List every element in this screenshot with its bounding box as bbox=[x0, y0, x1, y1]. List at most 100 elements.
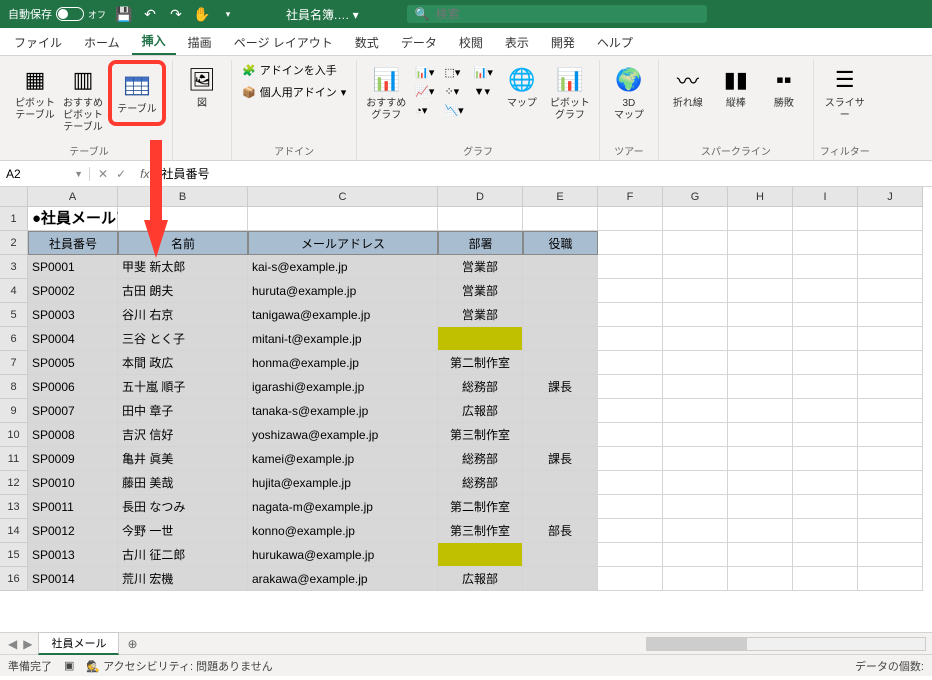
ribbon-tab-数式[interactable]: 数式 bbox=[345, 30, 389, 55]
cell[interactable] bbox=[793, 327, 858, 351]
cell[interactable] bbox=[858, 207, 923, 231]
cell[interactable] bbox=[858, 327, 923, 351]
row-header-6[interactable]: 6 bbox=[0, 327, 28, 351]
cell[interactable]: 広報部 bbox=[438, 567, 523, 591]
cell[interactable]: 役職 bbox=[523, 231, 598, 255]
cell[interactable] bbox=[728, 543, 793, 567]
column-header-F[interactable]: F bbox=[598, 187, 663, 207]
cell[interactable] bbox=[663, 495, 728, 519]
cell[interactable] bbox=[793, 207, 858, 231]
chart-scatter-button[interactable]: ⁘▾ bbox=[440, 83, 467, 100]
save-icon[interactable]: 💾 bbox=[114, 4, 134, 24]
cell[interactable] bbox=[663, 351, 728, 375]
cell[interactable] bbox=[728, 231, 793, 255]
ribbon-tab-校閲[interactable]: 校閲 bbox=[449, 30, 493, 55]
cell[interactable]: 五十嵐 順子 bbox=[118, 375, 248, 399]
my-addins-button[interactable]: 📦個人用アドイン ▾ bbox=[238, 82, 350, 102]
cell[interactable] bbox=[598, 255, 663, 279]
cell[interactable] bbox=[598, 399, 663, 423]
chevron-down-icon[interactable]: ▼ bbox=[74, 169, 83, 179]
cell[interactable] bbox=[858, 567, 923, 591]
cell[interactable]: arakawa@example.jp bbox=[248, 567, 438, 591]
cell[interactable] bbox=[728, 447, 793, 471]
undo-icon[interactable]: ↶ bbox=[140, 4, 160, 24]
formula-input[interactable]: 社員番号 bbox=[155, 165, 932, 182]
cell[interactable] bbox=[523, 303, 598, 327]
cell[interactable] bbox=[523, 543, 598, 567]
cell[interactable]: 社員番号 bbox=[28, 231, 118, 255]
recommended-pivot-button[interactable]: ▥ おすすめ ピボットテーブル bbox=[60, 60, 106, 138]
cancel-formula-icon[interactable]: ✕ bbox=[98, 167, 108, 181]
cell[interactable] bbox=[858, 231, 923, 255]
qat-more-icon[interactable]: ▾ bbox=[218, 4, 238, 24]
cell[interactable] bbox=[858, 351, 923, 375]
ribbon-tab-ヘルプ[interactable]: ヘルプ bbox=[587, 30, 643, 55]
row-header-2[interactable]: 2 bbox=[0, 231, 28, 255]
slicer-button[interactable]: ☰スライサー bbox=[822, 60, 868, 126]
get-addins-button[interactable]: 🧩アドインを入手 bbox=[238, 60, 350, 80]
maps-button[interactable]: 🌐 マップ bbox=[499, 60, 545, 114]
cell[interactable] bbox=[728, 519, 793, 543]
cell[interactable] bbox=[793, 495, 858, 519]
3d-map-button[interactable]: 🌍 3D マップ bbox=[606, 60, 652, 126]
cell[interactable] bbox=[523, 567, 598, 591]
cell[interactable] bbox=[793, 519, 858, 543]
cell[interactable]: 甲斐 新太郎 bbox=[118, 255, 248, 279]
cell[interactable] bbox=[858, 303, 923, 327]
cell[interactable] bbox=[793, 255, 858, 279]
cell[interactable] bbox=[858, 495, 923, 519]
cell[interactable] bbox=[728, 207, 793, 231]
enter-formula-icon[interactable]: ✓ bbox=[116, 167, 126, 181]
cell[interactable] bbox=[728, 327, 793, 351]
cell[interactable] bbox=[858, 423, 923, 447]
chart-line-button[interactable]: 📈▾ bbox=[411, 83, 438, 100]
cell[interactable] bbox=[793, 279, 858, 303]
cell[interactable] bbox=[248, 207, 438, 231]
column-header-A[interactable]: A bbox=[28, 187, 118, 207]
cell[interactable] bbox=[858, 447, 923, 471]
cell[interactable] bbox=[793, 471, 858, 495]
cell[interactable]: SP0009 bbox=[28, 447, 118, 471]
cell[interactable] bbox=[858, 471, 923, 495]
cell[interactable] bbox=[663, 231, 728, 255]
cell[interactable]: honma@example.jp bbox=[248, 351, 438, 375]
cell[interactable]: 第二制作室 bbox=[438, 495, 523, 519]
ribbon-tab-データ[interactable]: データ bbox=[391, 30, 447, 55]
cell[interactable]: 長田 なつみ bbox=[118, 495, 248, 519]
chart-pie-button[interactable]: ◔▾ bbox=[411, 102, 438, 119]
autosave-toggle-icon[interactable] bbox=[56, 7, 84, 21]
cell[interactable] bbox=[438, 207, 523, 231]
cell[interactable] bbox=[598, 231, 663, 255]
ribbon-tab-開発[interactable]: 開発 bbox=[541, 30, 585, 55]
cell[interactable] bbox=[598, 519, 663, 543]
cell[interactable] bbox=[663, 423, 728, 447]
cell[interactable]: SP0004 bbox=[28, 327, 118, 351]
cell[interactable] bbox=[523, 495, 598, 519]
cell[interactable] bbox=[663, 375, 728, 399]
column-header-J[interactable]: J bbox=[858, 187, 923, 207]
cell[interactable] bbox=[598, 471, 663, 495]
cell[interactable] bbox=[598, 207, 663, 231]
cell[interactable]: kai-s@example.jp bbox=[248, 255, 438, 279]
cell[interactable] bbox=[663, 399, 728, 423]
cell[interactable]: 古田 朗夫 bbox=[118, 279, 248, 303]
cell[interactable]: hurukawa@example.jp bbox=[248, 543, 438, 567]
cell[interactable]: tanaka-s@example.jp bbox=[248, 399, 438, 423]
cell[interactable]: 吉沢 信好 bbox=[118, 423, 248, 447]
cell[interactable]: SP0008 bbox=[28, 423, 118, 447]
row-header-3[interactable]: 3 bbox=[0, 255, 28, 279]
cell[interactable]: 部長 bbox=[523, 519, 598, 543]
cell[interactable]: huruta@example.jp bbox=[248, 279, 438, 303]
row-header-4[interactable]: 4 bbox=[0, 279, 28, 303]
cell[interactable] bbox=[663, 207, 728, 231]
cell[interactable]: 営業部 bbox=[438, 303, 523, 327]
cell[interactable] bbox=[523, 423, 598, 447]
column-header-B[interactable]: B bbox=[118, 187, 248, 207]
cell[interactable] bbox=[663, 567, 728, 591]
cell[interactable] bbox=[793, 399, 858, 423]
cell[interactable] bbox=[118, 207, 248, 231]
pivot-chart-button[interactable]: 📊 ピボットグラフ bbox=[547, 60, 593, 126]
cell[interactable] bbox=[858, 543, 923, 567]
ribbon-tab-描画[interactable]: 描画 bbox=[178, 30, 222, 55]
row-header-10[interactable]: 10 bbox=[0, 423, 28, 447]
